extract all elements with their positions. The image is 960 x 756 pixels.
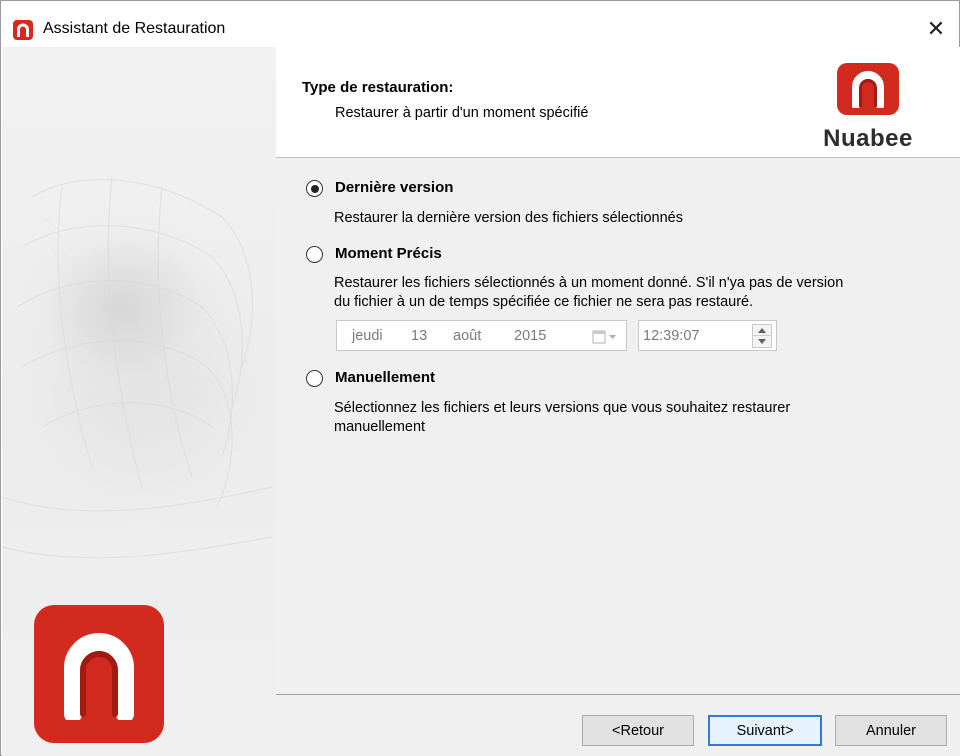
spin-up-button[interactable] <box>753 325 771 336</box>
option-latest-version-label[interactable]: Dernière version <box>335 179 453 196</box>
wizard-footer: <Retour Suivant> Annuler <box>276 695 960 756</box>
next-button[interactable]: Suivant> <box>708 715 822 746</box>
option-specific-moment-label[interactable]: Moment Précis <box>335 245 442 262</box>
restore-wizard-window: Assistant de Restauration ✕ Type de rest… <box>0 0 960 756</box>
nuabee-arch-icon <box>64 633 134 720</box>
chevron-down-icon <box>758 339 766 344</box>
spin-down-button[interactable] <box>753 336 771 347</box>
option-specific-moment-description-line1: Restaurer les fichiers sélectionnés à un… <box>334 275 844 291</box>
option-manual-label[interactable]: Manuellement <box>335 369 435 386</box>
option-specific-moment-description-line2: du fichier à un de temps spécifiée ce fi… <box>334 294 754 310</box>
title-bar: Assistant de Restauration ✕ <box>1 1 959 47</box>
calendar-icon <box>592 330 616 344</box>
radio-manual[interactable] <box>306 370 323 387</box>
option-manual-description-line1: Sélectionnez les fichiers et leurs versi… <box>334 400 791 416</box>
close-button[interactable]: ✕ <box>913 11 959 47</box>
calendar-dropdown-button[interactable] <box>592 329 618 345</box>
window-title: Assistant de Restauration <box>43 20 226 37</box>
radio-latest-version[interactable] <box>306 180 323 197</box>
time-spinner[interactable] <box>752 324 772 348</box>
time-picker[interactable]: 12:39:07 <box>638 320 777 351</box>
cancel-button[interactable]: Annuler <box>835 715 947 746</box>
radio-specific-moment[interactable] <box>306 246 323 263</box>
option-latest-version-description: Restaurer la dernière version des fichie… <box>334 210 683 226</box>
nuabee-logo-icon <box>13 20 33 40</box>
date-day: 13 <box>411 328 428 344</box>
option-manual-description-line2: manuellement <box>334 419 426 435</box>
back-button[interactable]: <Retour <box>582 715 694 746</box>
side-banner <box>2 47 276 756</box>
chevron-up-icon <box>758 327 766 333</box>
close-icon: ✕ <box>926 16 946 41</box>
nuabee-mark-icon <box>837 63 899 115</box>
wizard-header: Type de restauration: Restaurer à partir… <box>276 47 960 157</box>
restore-type-options: Dernière version Restaurer la dernière v… <box>276 158 960 694</box>
brand-logo: Nuabee <box>810 63 926 153</box>
brand-name: Nuabee <box>823 125 913 152</box>
date-picker[interactable]: jeudi 13 août 2015 <box>336 320 627 351</box>
date-month: août <box>453 328 482 344</box>
page-subtitle: Restaurer à partir d'un moment spécifié <box>335 105 589 121</box>
date-day-name: jeudi <box>352 328 383 344</box>
page-title: Type de restauration: <box>302 79 454 96</box>
time-value: 12:39:07 <box>643 328 700 344</box>
date-year: 2015 <box>514 328 547 344</box>
nuabee-large-logo <box>34 605 164 743</box>
